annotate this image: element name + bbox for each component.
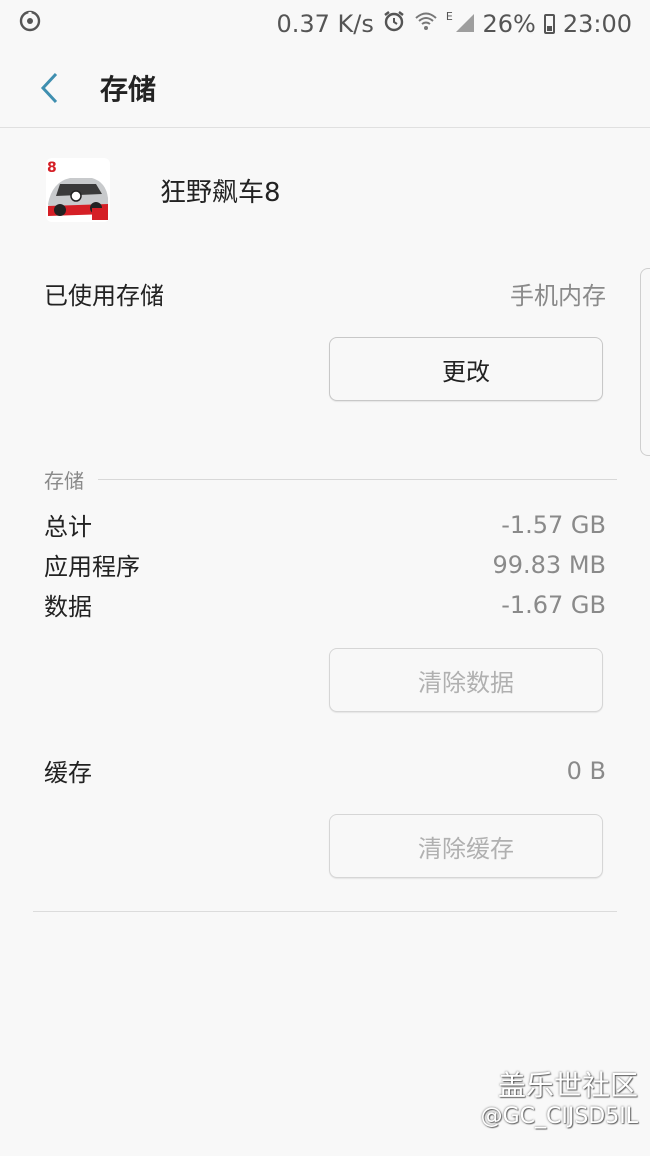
storage-section-header: 存储 <box>44 465 617 494</box>
wifi-icon <box>414 9 438 39</box>
svg-text:8: 8 <box>47 160 57 176</box>
status-bar: 0.37 K/s E 26% 23:00 <box>0 0 650 48</box>
chevron-left-icon <box>40 72 58 103</box>
storage-row-total: 总计 -1.57 GB <box>44 507 606 542</box>
storage-row-label: 总计 <box>44 513 92 541</box>
clear-data-button[interactable]: 清除数据 <box>329 648 603 712</box>
clear-cache-button[interactable]: 清除缓存 <box>329 814 603 878</box>
storage-row-value: -1.57 GB <box>501 510 606 539</box>
change-storage-button[interactable]: 更改 <box>329 337 603 401</box>
bottom-divider <box>33 911 617 912</box>
watermark-title: 盖乐世社区 <box>497 1069 638 1102</box>
battery-percent: 26% <box>482 10 536 38</box>
used-storage-value: 手机内存 <box>510 282 606 310</box>
status-left <box>18 9 42 39</box>
app-icon: 8 <box>46 158 110 222</box>
watermark-handle: @GC_CIJSD5IL <box>480 1104 638 1129</box>
storage-row-label: 应用程序 <box>44 553 140 581</box>
storage-row-value: 99.83 MB <box>492 550 606 579</box>
storage-section-title: 存储 <box>44 469 84 493</box>
storage-row-app: 应用程序 99.83 MB <box>44 547 606 582</box>
back-button[interactable] <box>20 58 80 118</box>
clock: 23:00 <box>562 10 632 38</box>
network-speed: 0.37 K/s <box>276 10 374 38</box>
used-storage-row: 已使用存储 手机内存 <box>44 276 606 311</box>
cache-label: 缓存 <box>44 759 92 787</box>
page-title: 存储 <box>100 72 157 106</box>
battery-icon <box>543 14 555 34</box>
storage-row-label: 数据 <box>44 593 92 621</box>
cache-row: 缓存 0 B <box>44 753 606 788</box>
storage-row-data: 数据 -1.67 GB <box>44 587 606 622</box>
app-name: 狂野飙车8 <box>160 177 281 208</box>
storage-row-value: -1.67 GB <box>501 590 606 619</box>
cache-value: 0 B <box>566 756 606 785</box>
section-divider <box>98 479 617 480</box>
app-header: 8 狂野飙车8 <box>46 158 281 222</box>
app-bar: 存储 <box>0 48 650 128</box>
status-right: 0.37 K/s E 26% 23:00 <box>276 9 632 39</box>
sync-icon <box>18 9 42 39</box>
used-storage-label: 已使用存储 <box>44 282 164 310</box>
signal-icon <box>456 14 475 32</box>
alarm-icon <box>382 9 406 39</box>
network-type: E <box>445 10 453 23</box>
scroll-indicator[interactable] <box>640 268 650 456</box>
